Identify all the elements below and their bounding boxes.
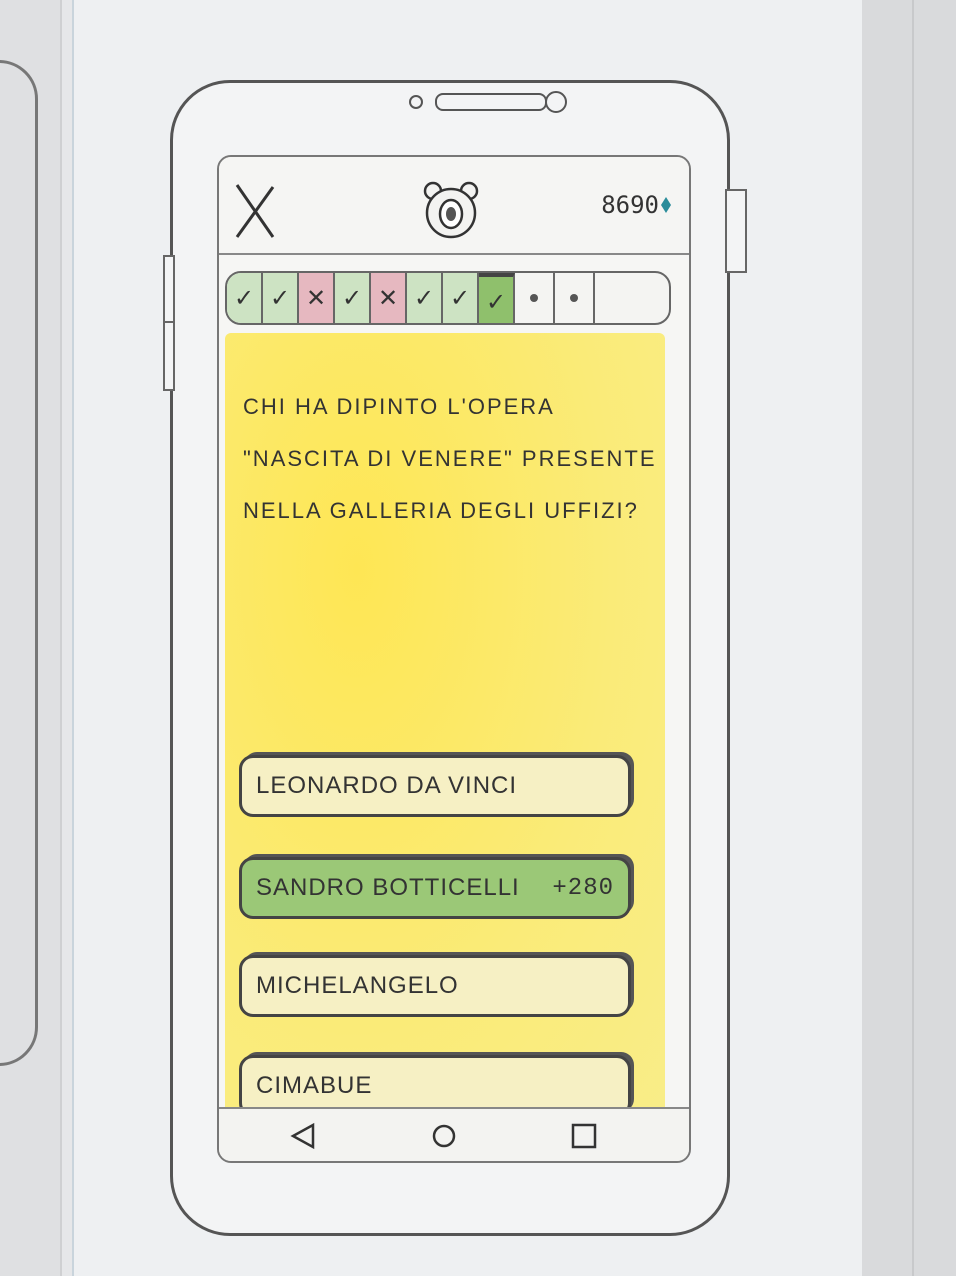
phone-frame: 8690 ✓ ✓ ✕ ✓ ✕ ✓ ✓ ✓ CHI HA DIPINTO L'OPERA "NA… [163,80,747,1236]
check-icon: ✓ [449,284,471,312]
cross-icon: ✕ [305,284,327,312]
check-icon: ✓ [485,288,507,316]
progress-strip: ✓ ✓ ✕ ✓ ✕ ✓ ✓ ✓ [225,271,671,325]
progress-cell-8: ✓ [479,273,515,323]
answer-points: +280 [552,874,614,902]
volume-button [163,255,175,323]
triangle-back-icon[interactable] [289,1121,319,1151]
score-value: 8690 [601,191,659,219]
volume-button-lower [163,321,175,391]
progress-cell-4: ✓ [335,273,371,323]
quiz-area: CHI HA DIPINTO L'OPERA "NASCITA DI VENER… [225,333,665,1121]
speaker-grille [435,93,547,111]
circle-home-icon[interactable] [429,1121,459,1151]
pending-dot-icon [530,294,538,302]
sensor-dot [409,95,423,109]
answer-label: CIMABUE [256,1072,373,1099]
answer-option-1[interactable]: LEONARDO DA VINCI [239,755,631,817]
question-text: CHI HA DIPINTO L'OPERA "NASCITA DI VENER… [243,394,657,523]
answer-option-2[interactable]: SANDRO BOTTICELLI +280 [239,857,631,919]
progress-cell-9 [515,273,555,323]
close-icon[interactable] [233,183,277,239]
score-counter: 8690 [601,191,671,219]
paper-left [0,0,62,1276]
check-icon: ✓ [413,284,435,312]
answer-label: SANDRO BOTTICELLI [256,874,520,901]
paper-right [862,0,956,1276]
check-icon: ✓ [341,284,363,312]
answer-option-3[interactable]: MICHELANGELO [239,955,631,1017]
progress-cell-6: ✓ [407,273,443,323]
progress-cell-7: ✓ [443,273,479,323]
screen: 8690 ✓ ✓ ✕ ✓ ✕ ✓ ✓ ✓ CHI HA DIPINTO L'OPERA "NA… [217,155,691,1163]
pending-dot-icon [570,294,578,302]
diamond-icon [661,197,671,213]
progress-cell-10 [555,273,595,323]
progress-cell-1: ✓ [227,273,263,323]
check-icon: ✓ [233,284,255,312]
progress-cell-5: ✕ [371,273,407,323]
progress-cell-3: ✕ [299,273,335,323]
power-button [725,189,747,273]
answer-label: LEONARDO DA VINCI [256,772,518,799]
front-camera [545,91,567,113]
top-bar: 8690 [219,157,689,255]
check-icon: ✓ [269,284,291,312]
square-recents-icon[interactable] [569,1121,599,1151]
progress-cell-2: ✓ [263,273,299,323]
bear-mascot-icon [423,181,479,239]
cross-icon: ✕ [377,284,399,312]
system-nav-bar [219,1107,689,1161]
answer-label: MICHELANGELO [256,972,459,999]
